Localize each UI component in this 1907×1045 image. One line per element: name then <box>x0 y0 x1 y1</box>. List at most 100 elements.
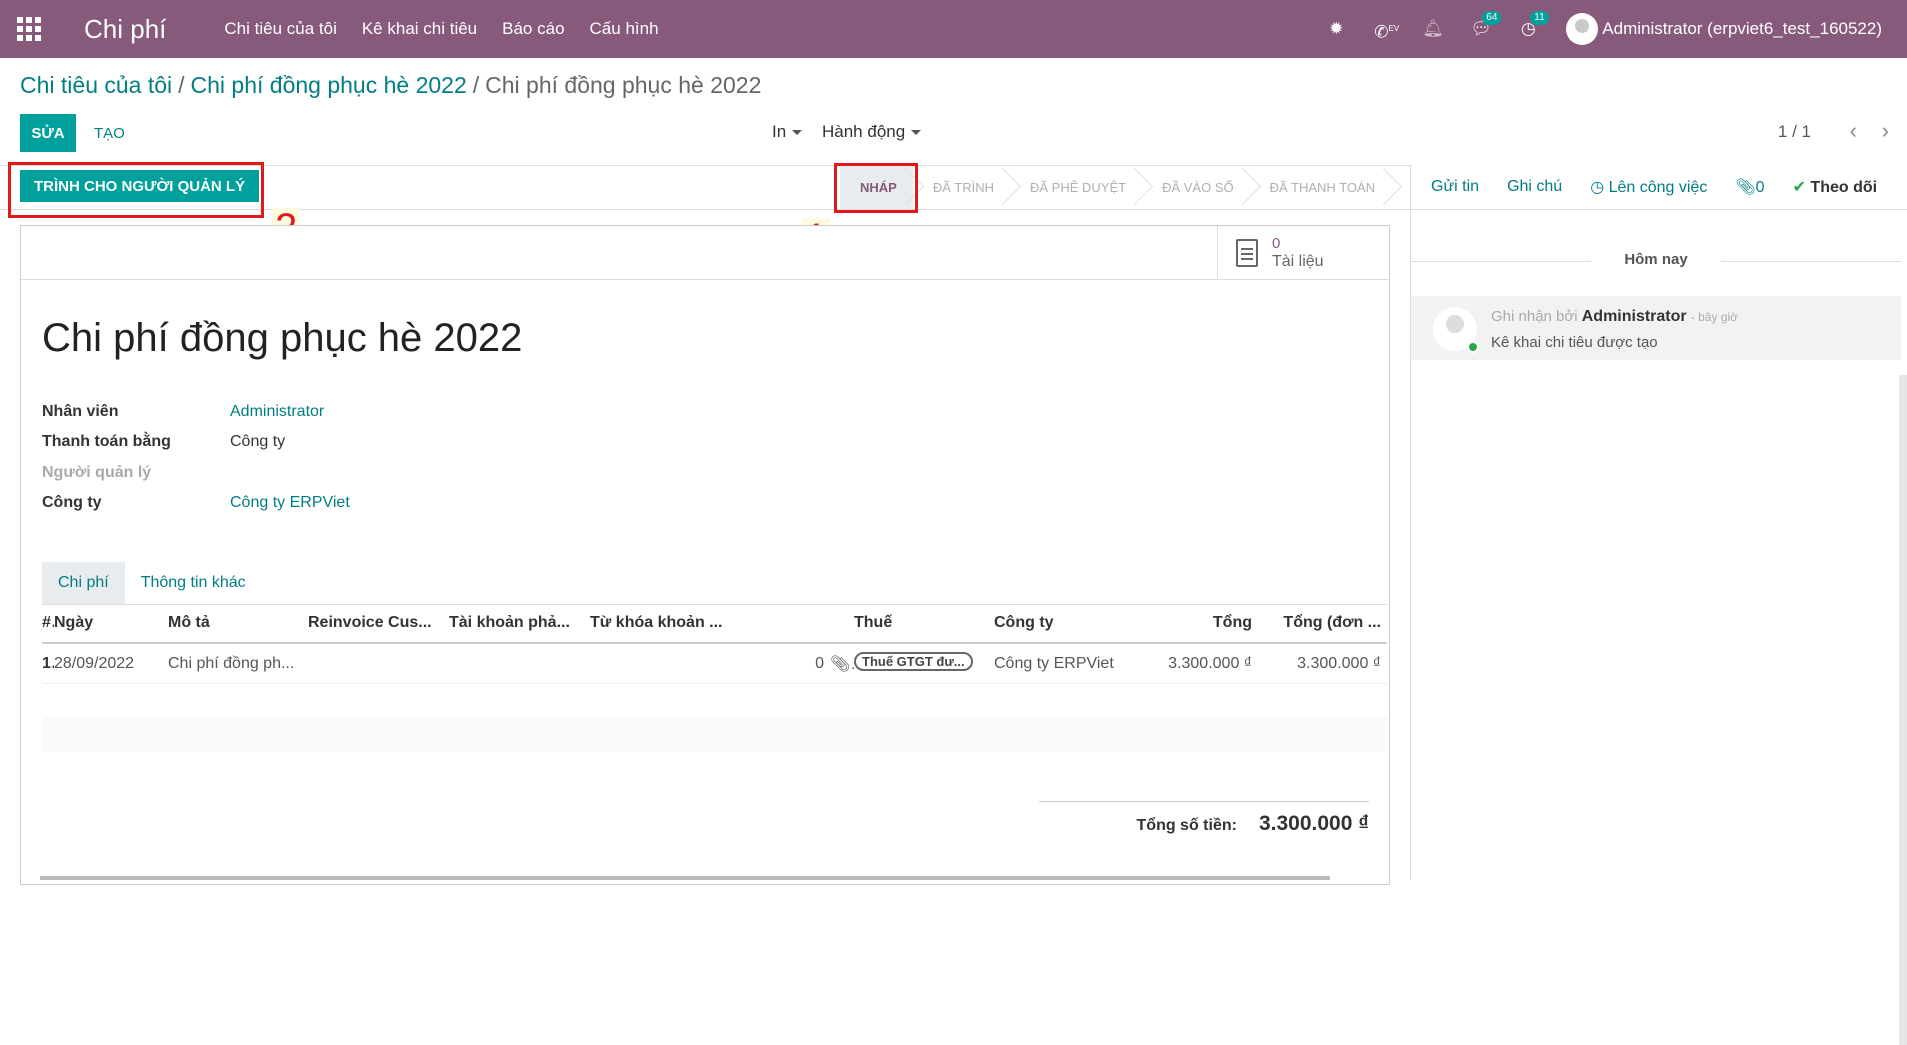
table-header: # Ngày Mô tả Reinvoice Cus... Tài khoản … <box>42 604 1387 644</box>
attachments-button[interactable]: 📎︎0 <box>1735 177 1764 197</box>
col-header-company[interactable]: Công ty <box>994 614 1134 632</box>
table-row[interactable]: 1 28/09/2022 Chi phí đồng ph... 0 📎︎ Thu… <box>42 644 1387 684</box>
total-value: 3.300.000 ₫ <box>1258 812 1369 835</box>
documents-count: 0 <box>1272 235 1281 252</box>
documents-button[interactable]: 0 Tài liệu <box>1217 226 1389 280</box>
menu-item-reporting[interactable]: Báo cáo <box>502 19 564 39</box>
pager-previous-icon[interactable]: ‹ <box>1850 118 1857 144</box>
pager-next-icon[interactable]: › <box>1882 118 1889 144</box>
chatter-message: Ghi nhận bởi Administrator - bây giờ Kê … <box>1411 296 1901 360</box>
caret-down-icon <box>792 130 803 136</box>
bug-icon[interactable]: ✹ <box>1326 19 1346 39</box>
main-menu: Chi tiêu của tôi Kê khai chi tiêu Báo cá… <box>224 19 658 39</box>
paperclip-icon: 📎︎ <box>1735 179 1756 196</box>
notebook-tabs: Chi phí Thông tin khác <box>42 562 1387 605</box>
schedule-activity-label: Lên công việc <box>1608 179 1708 196</box>
menu-item-my-expenses[interactable]: Chi tiêu của tôi <box>224 19 336 39</box>
manager-field: Người quản lý <box>42 464 230 482</box>
apps-menu-icon[interactable] <box>0 0 58 58</box>
documents-label: Tài liệu <box>1272 253 1324 270</box>
cell-date: 28/09/2022 <box>54 654 135 672</box>
company-value[interactable]: Công ty ERPViet <box>230 494 350 511</box>
create-button[interactable]: TẠO <box>94 114 125 152</box>
manager-label: Người quản lý <box>42 464 152 481</box>
cell-attachment-count: 0 <box>815 654 824 672</box>
stage-approved: ĐÃ PHÊ DUYỆT <box>1010 166 1142 209</box>
caret-down-icon <box>911 130 922 136</box>
phone-icon[interactable]: ✆EV <box>1374 19 1399 42</box>
total-label: Tổng số tiền: <box>1136 817 1237 834</box>
message-header: Ghi nhận bởi Administrator - bây giờ <box>1491 308 1738 326</box>
breadcrumb-current: Chi phí đồng phục hè 2022 <box>485 72 762 98</box>
send-message-button[interactable]: Gửi tin <box>1431 178 1479 196</box>
col-header-total-currency[interactable]: Tổng (đơn ... <box>1258 614 1387 632</box>
cell-total: 3.300.000 ₫ <box>1168 654 1252 672</box>
online-status-icon <box>1467 341 1479 353</box>
status-stages: NHÁP ĐÃ TRÌNH ĐÃ PHÊ DUYỆT ĐÃ VÀO SỔ ĐÃ … <box>840 166 1391 209</box>
day-separator: Hôm nay <box>1411 251 1901 268</box>
app-brand[interactable]: Chi phí <box>84 14 166 45</box>
edit-button[interactable]: SỬA <box>20 114 76 152</box>
cell-taxes: Thuế GTGT đư... <box>854 651 994 676</box>
breadcrumb: Chi tiêu của tôi / Chi phí đồng phục hè 20… <box>20 72 761 99</box>
paid-by-field: Thanh toán bằng Công ty <box>42 433 285 451</box>
button-box: 0 Tài liệu <box>21 226 1389 280</box>
cell-total-currency: 3.300.000 ₫ <box>1297 654 1381 672</box>
report-title: Chi phí đồng phục hè 2022 <box>42 316 523 360</box>
employee-value[interactable]: Administrator <box>230 403 324 420</box>
top-navbar: Chi phí Chi tiêu của tôi Kê khai chi tiê… <box>0 0 1907 58</box>
col-header-reinvoice[interactable]: Reinvoice Cus... <box>308 614 449 632</box>
breadcrumb-link-my-expenses[interactable]: Chi tiêu của tôi <box>20 72 172 98</box>
activity-clock-icon[interactable]: ◷ 11 <box>1518 11 1549 39</box>
breadcrumb-separator: / <box>472 72 480 98</box>
action-label: Hành động <box>822 122 906 141</box>
annotation-box-1 <box>834 163 918 213</box>
menu-item-configuration[interactable]: Cấu hình <box>590 19 659 39</box>
col-header-total[interactable]: Tổng <box>1134 614 1258 632</box>
employee-field: Nhân viên Administrator <box>42 403 324 421</box>
horizontal-scrollbar[interactable] <box>40 876 1330 880</box>
tab-expenses[interactable]: Chi phí <box>42 562 125 604</box>
col-header-index: # <box>42 614 51 631</box>
bell-icon[interactable]: 🔔︎ <box>1422 19 1444 39</box>
message-prefix: Ghi nhận bởi <box>1491 308 1578 325</box>
col-header-taxes[interactable]: Thuế <box>854 614 994 632</box>
schedule-activity-button[interactable]: ◷ Lên công việc <box>1590 177 1707 197</box>
print-dropdown[interactable]: In <box>772 122 803 142</box>
follow-button[interactable]: ✔ Theo dõi <box>1793 177 1878 197</box>
expense-lines-table: # Ngày Mô tả Reinvoice Cus... Tài khoản … <box>42 604 1387 752</box>
breadcrumb-link-report[interactable]: Chi phí đồng phục hè 2022 <box>191 72 467 98</box>
user-menu[interactable]: Administrator (erpviet6_test_160522) <box>1566 13 1882 45</box>
stage-paid: ĐÃ THANH TOÁN <box>1250 166 1391 209</box>
vertical-scrollbar[interactable] <box>1899 375 1907 1045</box>
attachments-count: 0 <box>1755 179 1765 196</box>
breadcrumb-separator: / <box>178 72 185 98</box>
follow-label: Theo dõi <box>1810 179 1878 196</box>
user-name: Administrator (erpviet6_test_160522) <box>1602 19 1882 38</box>
log-note-button[interactable]: Ghi chú <box>1507 178 1562 196</box>
paid-by-value: Công ty <box>230 433 286 450</box>
stage-posted: ĐÃ VÀO SỔ <box>1142 166 1250 209</box>
clock-icon: ◷ <box>1590 179 1609 196</box>
messages-icon[interactable]: 💬︎ 64 <box>1470 11 1502 39</box>
paperclip-icon[interactable]: 📎︎ <box>830 654 854 674</box>
cell-description: Chi phí đồng ph... <box>168 654 295 672</box>
cell-index: 1 <box>42 654 51 672</box>
check-icon: ✔ <box>1792 179 1811 196</box>
col-header-analytic-tags[interactable]: Từ khóa khoản ... <box>590 614 854 632</box>
company-field: Công ty Công ty ERPViet <box>42 494 350 512</box>
col-header-account[interactable]: Tài khoản phả... <box>449 614 590 632</box>
menu-item-expense-reports[interactable]: Kê khai chi tiêu <box>362 19 477 39</box>
tab-other-info[interactable]: Thông tin khác <box>125 562 262 604</box>
action-dropdown[interactable]: Hành động <box>822 122 922 142</box>
print-label: In <box>772 122 787 141</box>
message-time: - bây giờ <box>1690 310 1739 324</box>
company-label: Công ty <box>42 494 102 511</box>
col-header-description[interactable]: Mô tả <box>168 614 308 632</box>
navbar-systray: ✹ ✆EV 🔔︎ 💬︎ 64 ◷ 11 Administrator (erpviet… <box>1326 11 1907 45</box>
messages-badge: 64 <box>1482 11 1502 25</box>
paid-by-label: Thanh toán bằng <box>42 433 171 450</box>
col-header-date[interactable]: Ngày <box>54 614 168 632</box>
message-author[interactable]: Administrator <box>1582 308 1687 325</box>
activities-badge: 11 <box>1530 11 1549 25</box>
